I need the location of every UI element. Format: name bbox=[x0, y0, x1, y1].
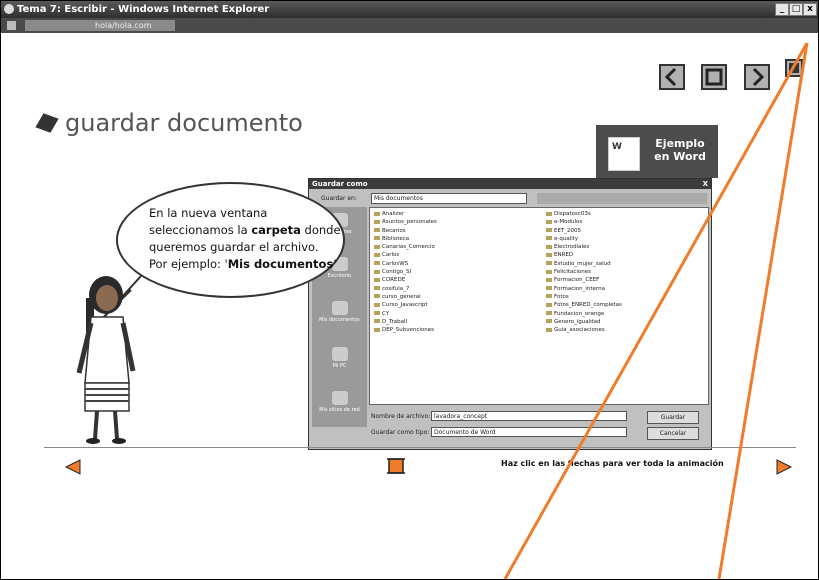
browser-window: Tema 7: Escribir - Windows Internet Expl… bbox=[0, 0, 819, 580]
annotation-rays bbox=[503, 42, 809, 579]
